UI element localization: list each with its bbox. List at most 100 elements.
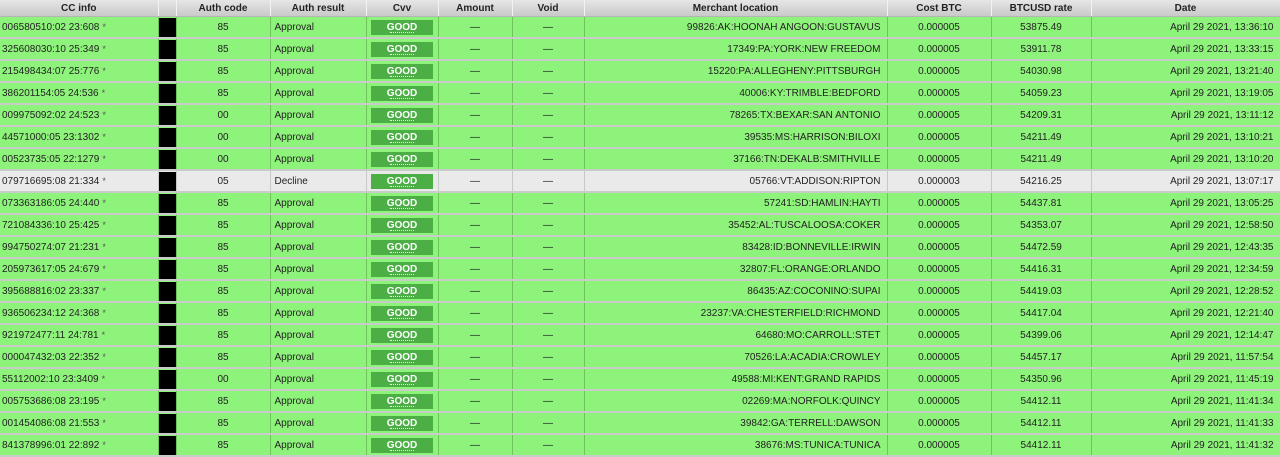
merchant-location-cell: 99826:AK:HOONAH ANGOON:GUSTAVUS bbox=[584, 16, 888, 39]
cvv-status-badge[interactable]: GOOD bbox=[371, 173, 433, 189]
amount-cell: — bbox=[438, 60, 513, 83]
cost-btc-cell: 0.000005 bbox=[887, 16, 992, 39]
cvv-status-badge[interactable]: GOOD bbox=[371, 195, 433, 211]
cc-info-cell: 005753686:08 23:195 * bbox=[0, 390, 159, 413]
cvv-status-badge[interactable]: GOOD bbox=[371, 415, 433, 431]
cc-star-marker: * bbox=[102, 43, 106, 54]
cvv-status-badge[interactable]: GOOD bbox=[371, 151, 433, 167]
cvv-status-badge[interactable]: GOOD bbox=[371, 239, 433, 255]
table-header: CC info Auth code Auth result Cvv Amount… bbox=[0, 0, 1280, 17]
cvv-status-badge[interactable]: GOOD bbox=[371, 41, 433, 57]
auth-result-cell: Approval bbox=[270, 38, 367, 61]
table-row[interactable]: 006580510:02 23:608 * 85 Approval GOOD — … bbox=[0, 16, 1280, 39]
merchant-location-cell: 35452:AL:TUSCALOOSA:COKER bbox=[584, 214, 888, 237]
auth-result-cell: Approval bbox=[270, 148, 367, 171]
cvv-status-badge[interactable]: GOOD bbox=[371, 129, 433, 145]
date-cell: April 29 2021, 13:07:17 bbox=[1091, 170, 1280, 193]
cvv-status-badge[interactable]: GOOD bbox=[371, 107, 433, 123]
color-swatch-cell bbox=[158, 412, 177, 435]
date-cell: April 29 2021, 11:57:54 bbox=[1091, 346, 1280, 369]
cvv-status-badge[interactable]: GOOD bbox=[371, 327, 433, 343]
table-row[interactable]: 325608030:10 25:349 * 85 Approval GOOD — … bbox=[0, 38, 1280, 61]
cvv-status-badge[interactable]: GOOD bbox=[371, 19, 433, 35]
header-auth-code[interactable]: Auth code bbox=[176, 0, 271, 17]
header-cc-info[interactable]: CC info bbox=[0, 0, 159, 17]
cc-info-text: 205973617:05 24:679 bbox=[2, 263, 100, 275]
table-row[interactable]: 000047432:03 22:352 * 85 Approval GOOD — … bbox=[0, 346, 1280, 369]
btcusd-rate-cell: 54412.11 bbox=[991, 434, 1092, 457]
cvv-status-badge[interactable]: GOOD bbox=[371, 349, 433, 365]
table-row[interactable]: 079716695:08 21:334 * 05 Decline GOOD — —… bbox=[0, 170, 1280, 193]
cc-info-text: 55112002:10 23:3409 bbox=[2, 373, 99, 385]
cvv-status-badge[interactable]: GOOD bbox=[371, 283, 433, 299]
table-row[interactable]: 994750274:07 21:231 * 85 Approval GOOD — … bbox=[0, 236, 1280, 259]
table-row[interactable]: 936506234:12 24:368 * 85 Approval GOOD — … bbox=[0, 302, 1280, 325]
header-cvv[interactable]: Cvv bbox=[366, 0, 439, 17]
header-btcusd-rate[interactable]: BTCUSD rate bbox=[991, 0, 1092, 17]
table-row[interactable]: 921972477:11 24:781 * 85 Approval GOOD — … bbox=[0, 324, 1280, 347]
cvv-status-badge[interactable]: GOOD bbox=[371, 371, 433, 387]
cc-star-marker: * bbox=[102, 439, 106, 450]
auth-result-cell: Approval bbox=[270, 346, 367, 369]
table-row[interactable]: 00523735:05 22:1279 * 00 Approval GOOD — … bbox=[0, 148, 1280, 171]
table-row[interactable]: 55112002:10 23:3409 * 00 Approval GOOD — … bbox=[0, 368, 1280, 391]
color-swatch bbox=[158, 303, 175, 322]
cvv-cell: GOOD bbox=[366, 390, 439, 413]
table-row[interactable]: 215498434:07 25:776 * 85 Approval GOOD — … bbox=[0, 60, 1280, 83]
table-row[interactable]: 841378996:01 22:892 * 85 Approval GOOD — … bbox=[0, 434, 1280, 457]
auth-code-cell: 85 bbox=[176, 258, 271, 281]
btcusd-rate-cell: 54472.59 bbox=[991, 236, 1092, 259]
table-row[interactable]: 073363186:05 24:440 * 85 Approval GOOD — … bbox=[0, 192, 1280, 215]
cvv-status-badge[interactable]: GOOD bbox=[371, 85, 433, 101]
table-row[interactable]: 005753686:08 23:195 * 85 Approval GOOD — … bbox=[0, 390, 1280, 413]
table-row[interactable]: 009975092:02 24:523 * 00 Approval GOOD — … bbox=[0, 104, 1280, 127]
table-row[interactable]: 205973617:05 24:679 * 85 Approval GOOD — … bbox=[0, 258, 1280, 281]
cvv-status-badge[interactable]: GOOD bbox=[371, 437, 433, 453]
cvv-status-badge[interactable]: GOOD bbox=[371, 217, 433, 233]
merchant-location-cell: 02269:MA:NORFOLK:QUINCY bbox=[584, 390, 888, 413]
color-swatch bbox=[158, 193, 175, 212]
merchant-location-cell: 70526:LA:ACADIA:CROWLEY bbox=[584, 346, 888, 369]
cvv-status-badge[interactable]: GOOD bbox=[371, 63, 433, 79]
color-swatch-cell bbox=[158, 258, 177, 281]
cc-info-cell: 721084336:10 25:425 * bbox=[0, 214, 159, 237]
table-row[interactable]: 386201154:05 24:536 * 85 Approval GOOD — … bbox=[0, 82, 1280, 105]
amount-cell: — bbox=[438, 170, 513, 193]
merchant-location-cell: 40006:KY:TRIMBLE:BEDFORD bbox=[584, 82, 888, 105]
cvv-status-badge[interactable]: GOOD bbox=[371, 261, 433, 277]
header-cost-btc[interactable]: Cost BTC bbox=[887, 0, 992, 17]
cost-btc-cell: 0.000005 bbox=[887, 346, 992, 369]
table-row[interactable]: 721084336:10 25:425 * 85 Approval GOOD — … bbox=[0, 214, 1280, 237]
cost-btc-cell: 0.000005 bbox=[887, 192, 992, 215]
cc-info-text: 079716695:08 21:334 bbox=[2, 175, 100, 187]
merchant-location-cell: 86435:AZ:COCONINO:SUPAI bbox=[584, 280, 888, 303]
header-void[interactable]: Void bbox=[512, 0, 585, 17]
auth-result-cell: Approval bbox=[270, 236, 367, 259]
amount-cell: — bbox=[438, 126, 513, 149]
color-swatch bbox=[158, 347, 175, 366]
date-cell: April 29 2021, 13:05:25 bbox=[1091, 192, 1280, 215]
auth-code-cell: 85 bbox=[176, 412, 271, 435]
cvv-status-badge[interactable]: GOOD bbox=[371, 305, 433, 321]
color-swatch-cell bbox=[158, 236, 177, 259]
date-cell: April 29 2021, 12:21:40 bbox=[1091, 302, 1280, 325]
cost-btc-cell: 0.000005 bbox=[887, 434, 992, 457]
table-row[interactable]: 395688816:02 23:337 * 85 Approval GOOD — … bbox=[0, 280, 1280, 303]
cvv-status-badge[interactable]: GOOD bbox=[371, 393, 433, 409]
header-auth-result[interactable]: Auth result bbox=[270, 0, 367, 17]
cc-info-text: 936506234:12 24:368 bbox=[2, 307, 100, 319]
void-cell: — bbox=[512, 38, 585, 61]
void-cell: — bbox=[512, 192, 585, 215]
table-row[interactable]: 44571000:05 23:1302 * 00 Approval GOOD — … bbox=[0, 126, 1280, 149]
cc-info-cell: 001454086:08 21:553 * bbox=[0, 412, 159, 435]
header-date[interactable]: Date bbox=[1091, 0, 1280, 17]
color-swatch bbox=[158, 369, 175, 388]
header-amount[interactable]: Amount bbox=[438, 0, 513, 17]
cc-star-marker: * bbox=[102, 65, 106, 76]
cc-info-cell: 006580510:02 23:608 * bbox=[0, 16, 159, 39]
header-merchant-location[interactable]: Merchant location bbox=[584, 0, 888, 17]
table-row[interactable]: 001454086:08 21:553 * 85 Approval GOOD — … bbox=[0, 412, 1280, 435]
color-swatch-cell bbox=[158, 38, 177, 61]
cc-star-marker: * bbox=[102, 307, 106, 318]
cost-btc-cell: 0.000005 bbox=[887, 368, 992, 391]
